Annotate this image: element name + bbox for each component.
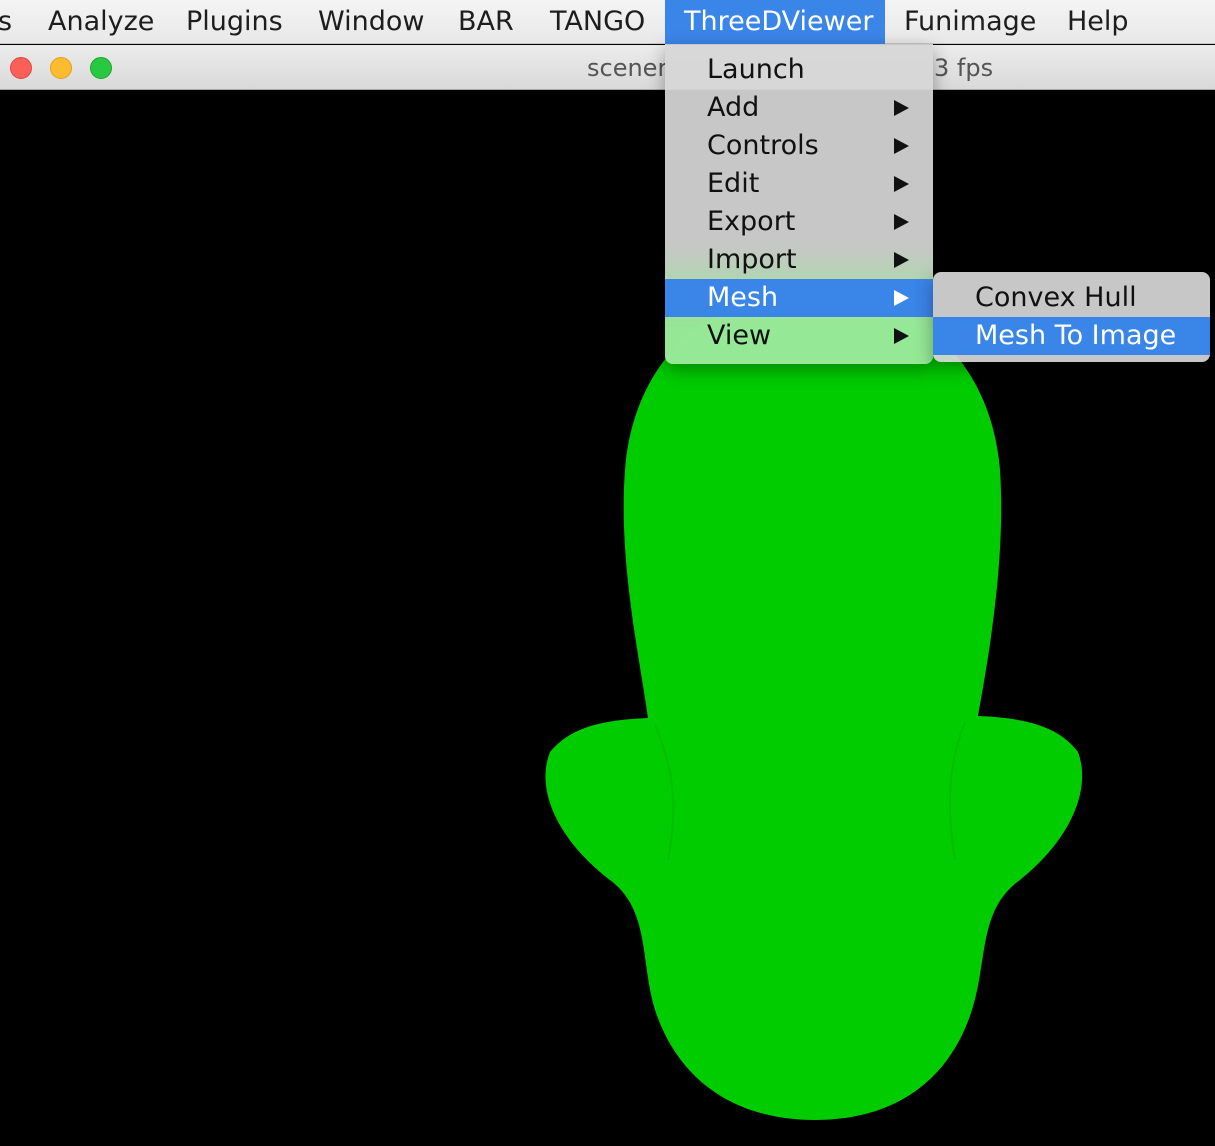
menubar-item-tango[interactable]: TANGO xyxy=(550,0,645,44)
window-title-fps: 3 fps xyxy=(934,54,994,82)
menubar-item-window[interactable]: Window xyxy=(318,0,424,44)
menubar-item-help[interactable]: Help xyxy=(1067,0,1129,44)
menu-item-label: Controls xyxy=(707,130,819,161)
window-title-left: scener xyxy=(587,54,668,82)
menubar-item-partial[interactable]: s xyxy=(0,0,12,44)
menu-item-label: Launch xyxy=(707,54,805,85)
mesh-submenu: Convex Hull Mesh To Image xyxy=(933,272,1210,362)
minimize-window-button[interactable] xyxy=(50,57,72,79)
menubar-item-bar[interactable]: BAR xyxy=(458,0,514,44)
menu-item-label: Export xyxy=(707,206,796,237)
submenu-arrow-icon xyxy=(894,138,909,154)
menu-item-label: View xyxy=(707,320,772,351)
submenu-item-label: Convex Hull xyxy=(975,282,1137,313)
submenu-arrow-icon xyxy=(894,328,909,344)
menubar-item-plugins[interactable]: Plugins xyxy=(186,0,283,44)
menubar-item-funimage[interactable]: Funimage xyxy=(904,0,1036,44)
submenu-arrow-icon xyxy=(894,214,909,230)
submenu-arrow-icon xyxy=(894,100,909,116)
menubar-item-threedviewer[interactable]: ThreeDViewer xyxy=(665,0,885,44)
menu-item-label: Add xyxy=(707,92,760,123)
close-window-button[interactable] xyxy=(10,57,32,79)
menu-item-label: Edit xyxy=(707,168,760,199)
menu-item-add[interactable]: Add xyxy=(665,89,933,127)
menu-item-mesh[interactable]: Mesh xyxy=(665,279,933,317)
menu-item-label: Mesh xyxy=(707,282,779,313)
3d-viewport[interactable] xyxy=(0,90,1215,1146)
menu-item-launch[interactable]: Launch xyxy=(665,51,933,89)
zoom-window-button[interactable] xyxy=(90,57,112,79)
menu-item-import[interactable]: Import xyxy=(665,241,933,279)
submenu-arrow-icon xyxy=(894,176,909,192)
menu-item-label: Import xyxy=(707,244,797,275)
menu-bar: s Analyze Plugins Window BAR TANGO Three… xyxy=(0,0,1215,44)
menu-item-edit[interactable]: Edit xyxy=(665,165,933,203)
menu-item-controls[interactable]: Controls xyxy=(665,127,933,165)
menu-item-view[interactable]: View xyxy=(665,317,933,355)
mesh-shape xyxy=(545,292,1083,1120)
green-mesh-render xyxy=(545,292,1083,1120)
menu-item-export[interactable]: Export xyxy=(665,203,933,241)
submenu-item-label: Mesh To Image xyxy=(975,320,1177,351)
window-titlebar: scener 3 fps xyxy=(0,45,1215,90)
submenu-item-mesh-to-image[interactable]: Mesh To Image xyxy=(933,317,1210,355)
submenu-arrow-icon xyxy=(894,252,909,268)
submenu-item-convex-hull[interactable]: Convex Hull xyxy=(933,279,1210,317)
menubar-item-analyze[interactable]: Analyze xyxy=(48,0,154,44)
submenu-arrow-icon xyxy=(894,290,909,306)
threedviewer-menu: Launch Add Controls Edit Export Import M… xyxy=(665,44,933,364)
